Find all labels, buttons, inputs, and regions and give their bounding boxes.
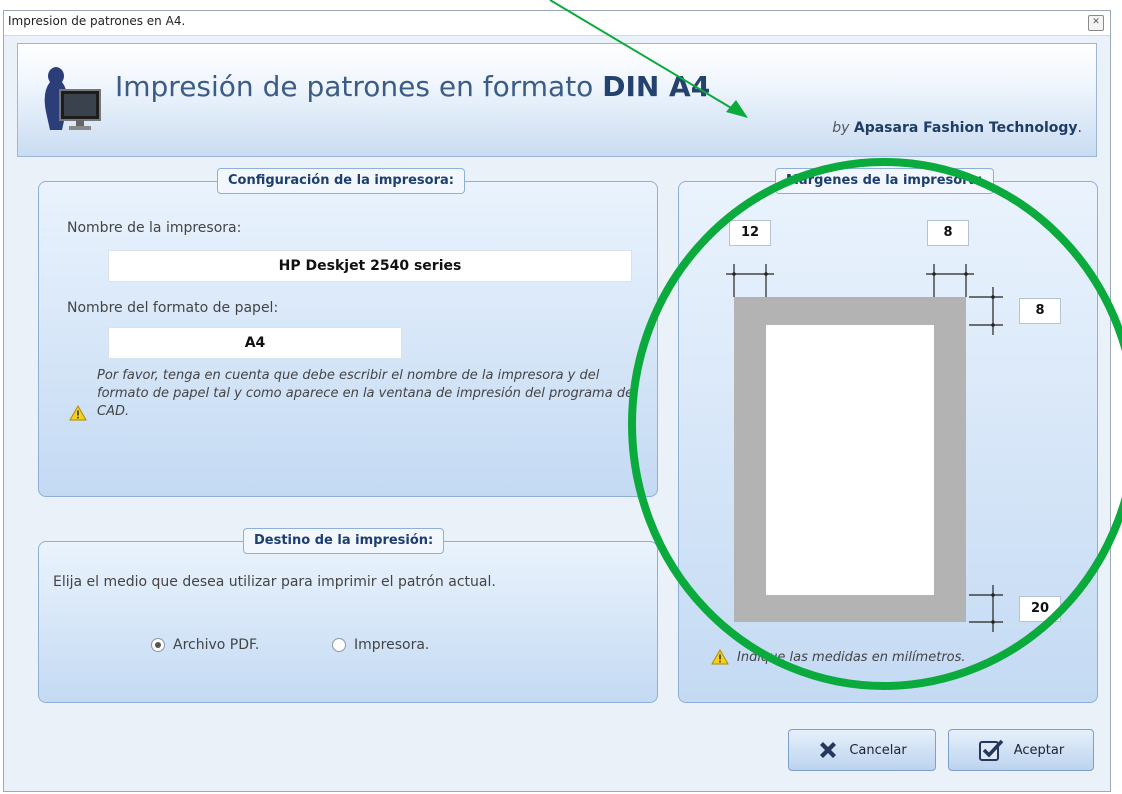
window-title: Impresion de patrones en A4. (8, 14, 186, 28)
by-line: by Apasara Fashion Technology. (832, 120, 1082, 136)
cancel-button[interactable]: Cancelar (788, 729, 936, 771)
printer-name-input[interactable]: HP Deskjet 2540 series (108, 250, 632, 282)
margin-top-input[interactable]: 8 (1019, 298, 1061, 324)
margins-group: Margenes de la impresora: 12 8 8 20 Indi… (678, 168, 1098, 703)
printer-name-label: Nombre de la impresora: (67, 220, 242, 236)
margin-bottom-input[interactable]: 20 (1019, 596, 1061, 622)
printer-config-legend: Configuración de la impresora: (217, 168, 465, 194)
accept-check-icon (978, 739, 1004, 761)
radio-pdf[interactable]: Archivo PDF. (151, 637, 259, 653)
margin-right-input[interactable]: 8 (927, 220, 969, 246)
paper-format-label: Nombre del formato de papel: (67, 300, 279, 316)
destination-instruction: Elija el medio que desea utilizar para i… (53, 574, 496, 590)
destination-legend: Destino de la impresión: (243, 528, 445, 554)
radio-pdf-dot[interactable] (151, 638, 165, 652)
by-prefix: by (832, 120, 854, 136)
radio-printer[interactable]: Impresora. (332, 637, 429, 653)
dialog-window: Impresion de patrones en A4. ✕ Impresión… (3, 10, 1111, 792)
cancel-label: Cancelar (849, 742, 907, 758)
by-suffix: . (1077, 120, 1082, 136)
cancel-x-icon (820, 742, 837, 758)
dress-form-monitor-icon (44, 67, 101, 130)
accept-label: Aceptar (1013, 742, 1065, 758)
printer-warning-text: Por favor, tenga en cuenta que debe escr… (97, 368, 634, 419)
printer-config-group: Configuración de la impresora: Nombre de… (38, 168, 658, 497)
destination-group: Destino de la impresión: Elija el medio … (38, 528, 658, 703)
page-title: Impresión de patrones en formato DIN A4 (115, 70, 710, 103)
close-button[interactable]: ✕ (1088, 15, 1104, 31)
title-main: Impresión de patrones en formato (115, 70, 603, 103)
margin-left-input[interactable]: 12 (729, 220, 771, 246)
margin-diagram (726, 264, 1003, 632)
title-bold: DIN A4 (602, 70, 711, 103)
margins-note: Indique las medidas en milímetros. (737, 650, 966, 665)
radio-pdf-label: Archivo PDF. (173, 637, 260, 653)
title-bar: Impresion de patrones en A4. ✕ (4, 11, 1110, 36)
radio-printer-dot[interactable] (332, 638, 346, 652)
accept-button[interactable]: Aceptar (948, 729, 1094, 771)
header-banner: Impresión de patrones en formato DIN A4 … (17, 43, 1097, 157)
paper-format-input[interactable]: A4 (108, 327, 402, 359)
printable-area (766, 325, 934, 595)
company-name: Apasara Fashion Technology (853, 120, 1078, 136)
warning-icon (69, 405, 87, 421)
warning-icon (711, 649, 729, 665)
radio-printer-label: Impresora. (354, 637, 430, 653)
